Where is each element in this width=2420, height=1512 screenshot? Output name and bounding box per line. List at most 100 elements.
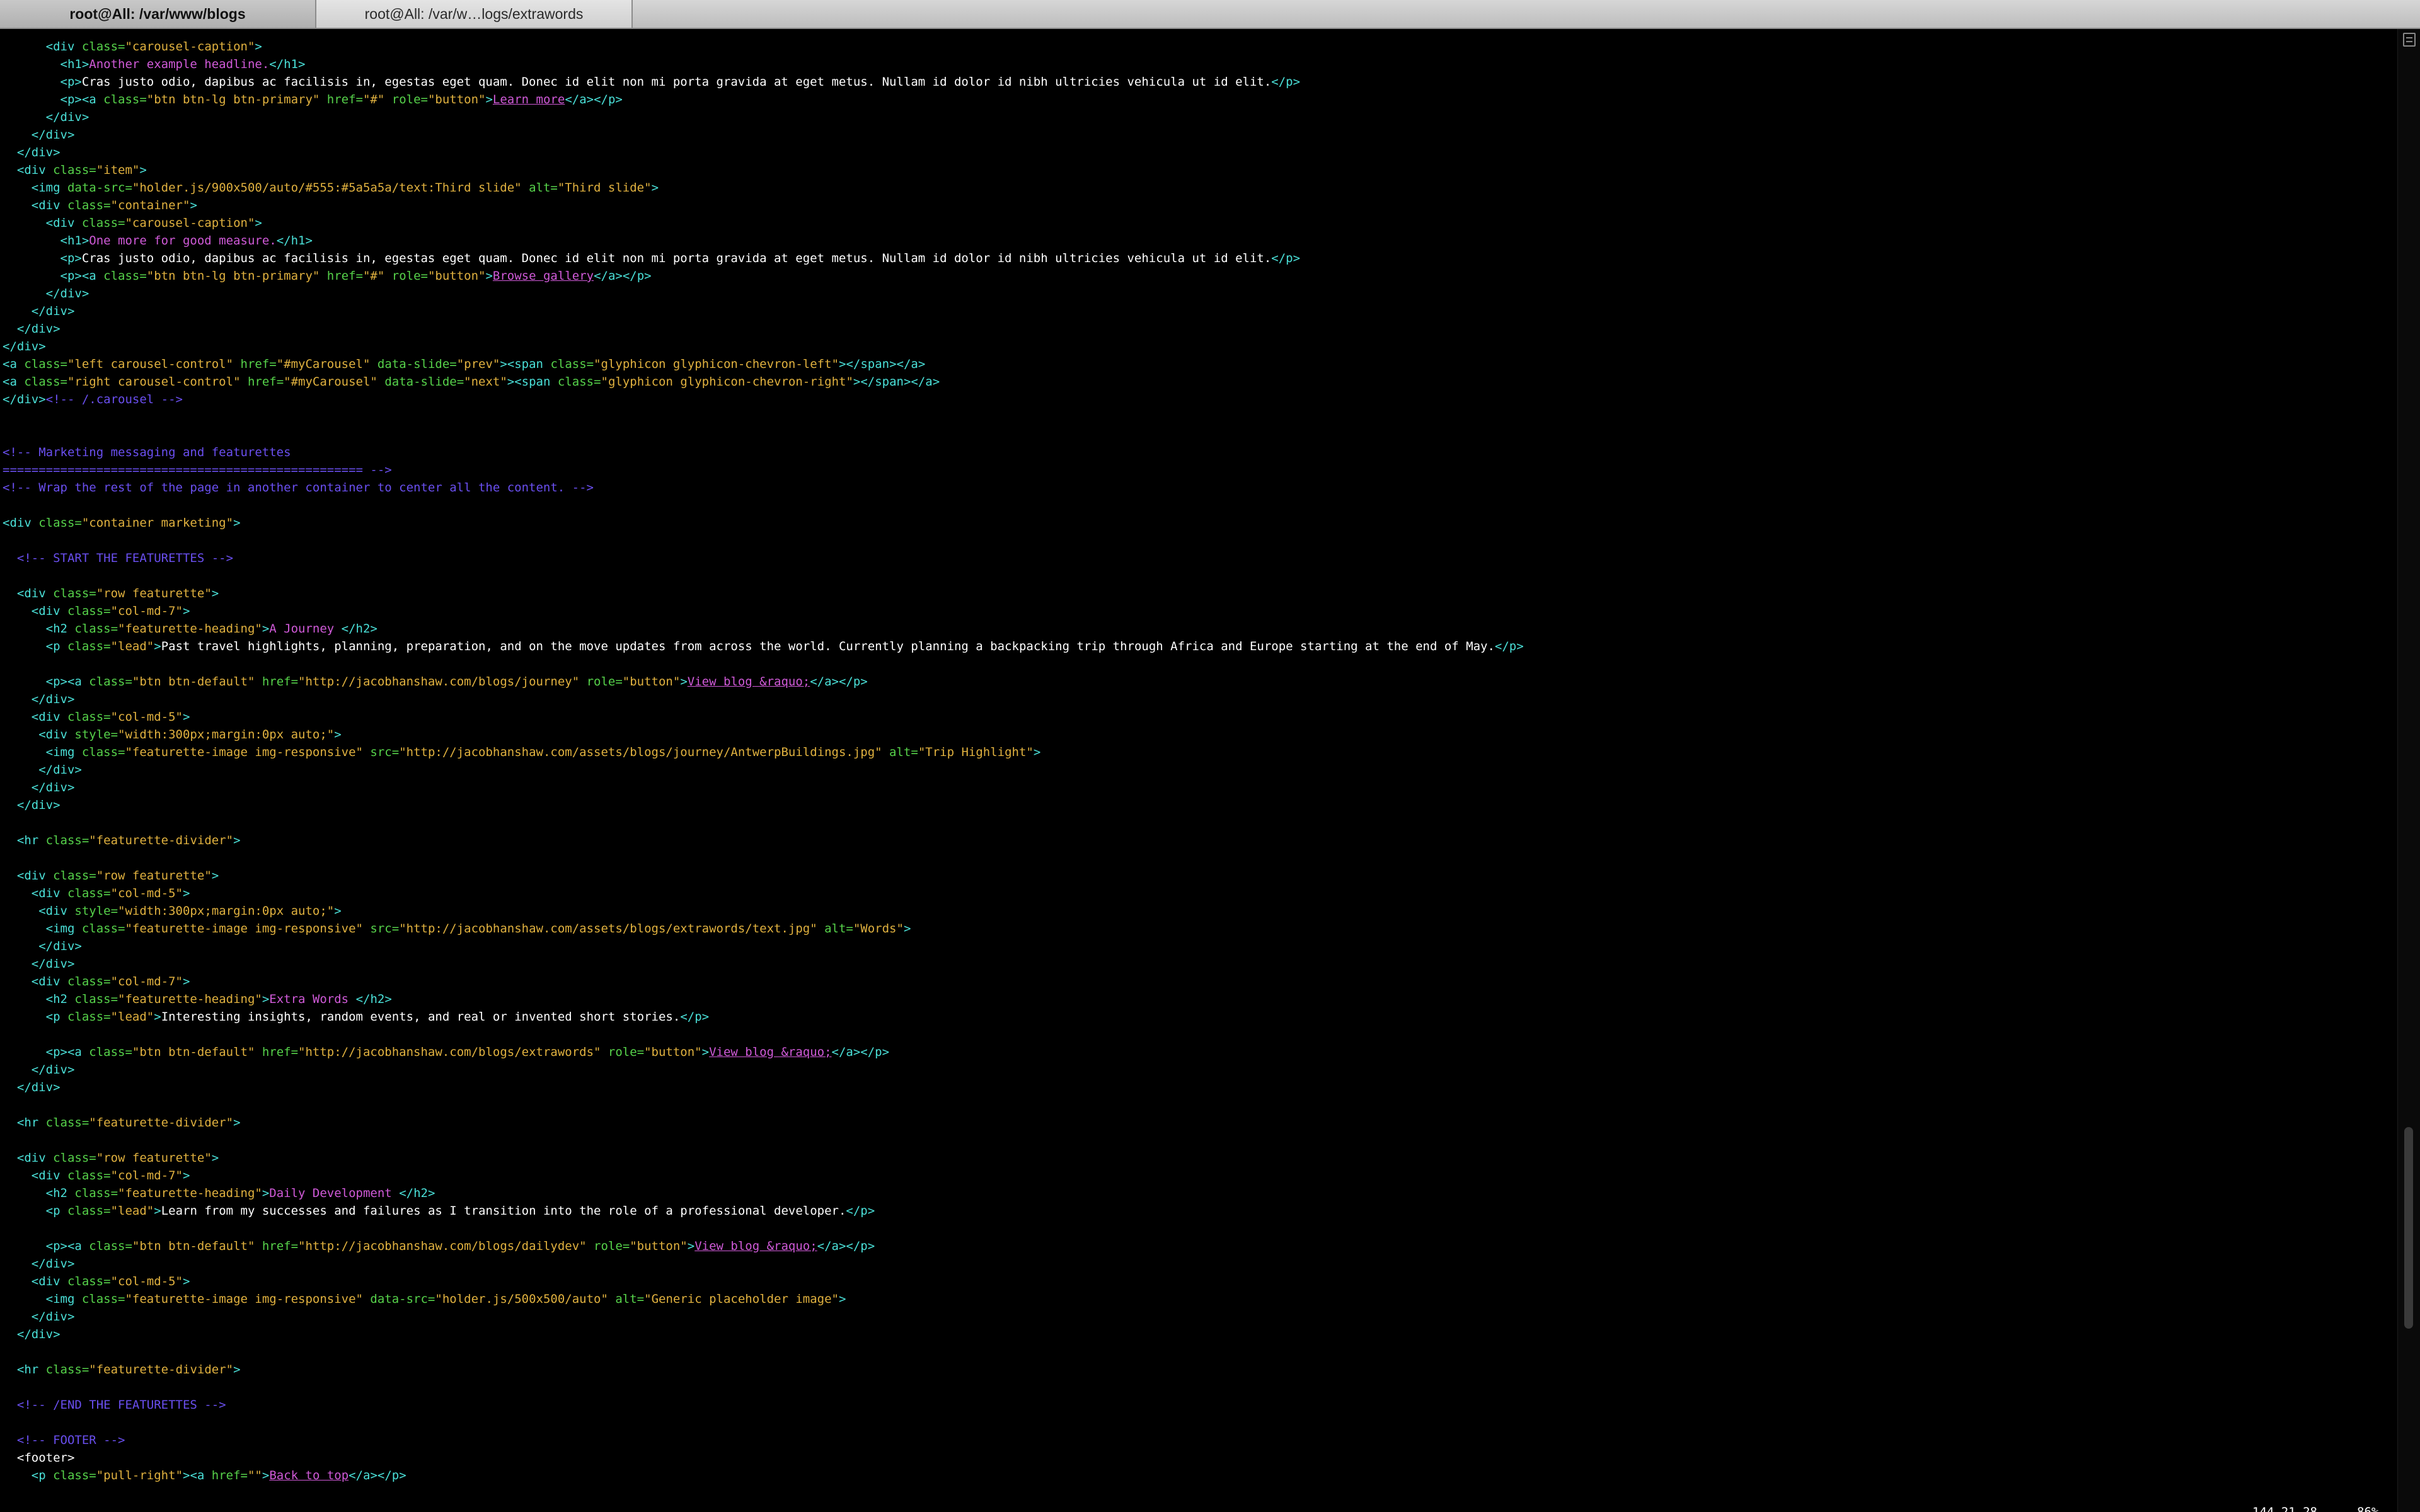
code-line[interactable]: <div class="row featurette"> — [0, 585, 1524, 602]
code-line[interactable]: </div> — [0, 1079, 1524, 1096]
code-line[interactable]: </div> — [0, 1255, 1524, 1273]
code-line[interactable]: <div class="container"> — [0, 197, 1524, 214]
code-token: class= — [81, 922, 125, 936]
code-line[interactable]: </div><!-- /.carousel --> — [0, 391, 1524, 408]
code-line[interactable] — [0, 849, 1524, 867]
code-line[interactable] — [0, 655, 1524, 673]
code-line[interactable]: <hr class="featurette-divider"> — [0, 1361, 1524, 1378]
code-line[interactable]: <!-- FOOTER --> — [0, 1431, 1524, 1449]
terminal-editor[interactable]: <div class="carousel-caption"> <h1>Anoth… — [0, 29, 2395, 1512]
code-line[interactable]: <p>Cras justo odio, dapibus ac facilisis… — [0, 249, 1524, 267]
scrollbar-thumb[interactable] — [2404, 1126, 2413, 1329]
code-line[interactable]: <img class="featurette-image img-respons… — [0, 743, 1524, 761]
code-token: </h1> — [269, 57, 306, 71]
code-line[interactable] — [0, 496, 1524, 514]
scrollbar-menu-icon[interactable] — [2403, 33, 2416, 47]
code-line[interactable] — [0, 1096, 1524, 1114]
code-line[interactable]: <!-- START THE FEATURETTES --> — [0, 549, 1524, 567]
code-line[interactable]: <div style="width:300px;margin:0px auto;… — [0, 726, 1524, 743]
code-line[interactable]: <!-- Wrap the rest of the page in anothe… — [0, 479, 1524, 496]
code-line[interactable]: </div> — [0, 285, 1524, 302]
code-line[interactable]: </div> — [0, 1061, 1524, 1079]
code-line[interactable]: <p class="lead">Past travel highlights, … — [0, 638, 1524, 655]
code-line[interactable]: <!-- Marketing messaging and featurettes — [0, 444, 1524, 461]
code-token: "#" — [362, 93, 385, 106]
code-line[interactable]: <div style="width:300px;margin:0px auto;… — [0, 902, 1524, 920]
code-line[interactable]: </div> — [0, 1308, 1524, 1326]
code-line[interactable] — [0, 1220, 1524, 1237]
code-line[interactable]: <h1>Another example headline.</h1> — [0, 55, 1524, 73]
code-line[interactable]: <img class="featurette-image img-respons… — [0, 1290, 1524, 1308]
code-line[interactable]: <p class="lead">Interesting insights, ra… — [0, 1008, 1524, 1026]
code-line[interactable]: </div> — [0, 108, 1524, 126]
scrollbar[interactable] — [2397, 29, 2420, 1512]
code-line[interactable]: <div class="col-md-7"> — [0, 602, 1524, 620]
code-line[interactable] — [0, 814, 1524, 832]
code-line[interactable] — [0, 532, 1524, 549]
code-line[interactable]: <h1>One more for good measure.</h1> — [0, 232, 1524, 249]
code-line[interactable]: </div> — [0, 937, 1524, 955]
code-line[interactable]: <div class="row featurette"> — [0, 1149, 1524, 1167]
code-line[interactable]: <img data-src="holder.js/900x500/auto/#5… — [0, 179, 1524, 197]
code-line[interactable]: <p><a class="btn btn-default" href="http… — [0, 1237, 1524, 1255]
code-token: class= — [89, 675, 132, 689]
code-line[interactable]: <footer> — [0, 1449, 1524, 1467]
code-line[interactable]: <p><a class="btn btn-default" href="http… — [0, 1043, 1524, 1061]
code-line[interactable] — [0, 1131, 1524, 1149]
code-line[interactable]: <div class="col-md-7"> — [0, 973, 1524, 990]
code-line[interactable]: </div> — [0, 761, 1524, 779]
code-line[interactable]: <h2 class="featurette-heading">A Journey… — [0, 620, 1524, 638]
code-line[interactable]: <p>Cras justo odio, dapibus ac facilisis… — [0, 73, 1524, 91]
code-buffer[interactable]: <div class="carousel-caption"> <h1>Anoth… — [0, 38, 1524, 1484]
code-line[interactable] — [0, 1343, 1524, 1361]
tab-blogs[interactable]: root@All: /var/www/blogs — [0, 0, 316, 28]
code-line[interactable]: <!-- /END THE FEATURETTES --> — [0, 1396, 1524, 1414]
code-line[interactable] — [0, 426, 1524, 444]
code-line[interactable]: </div> — [0, 126, 1524, 144]
code-line[interactable] — [0, 1378, 1524, 1396]
code-line[interactable]: <div class="carousel-caption"> — [0, 214, 1524, 232]
code-line[interactable]: <div class="col-md-5"> — [0, 708, 1524, 726]
tab-extrawords[interactable]: root@All: /var/w…logs/extrawords — [316, 0, 633, 28]
code-line[interactable]: <hr class="featurette-divider"> — [0, 1114, 1524, 1131]
code-line[interactable]: <hr class="featurette-divider"> — [0, 832, 1524, 849]
code-line[interactable]: <h2 class="featurette-heading">Extra Wor… — [0, 990, 1524, 1008]
code-token: > — [211, 587, 219, 600]
code-line[interactable]: <div class="col-md-7"> — [0, 1167, 1524, 1184]
code-line[interactable]: <p><a class="btn btn-lg btn-primary" hre… — [0, 267, 1524, 285]
code-line[interactable]: <div class="carousel-caption"> — [0, 38, 1524, 55]
code-line[interactable]: <img class="featurette-image img-respons… — [0, 920, 1524, 937]
code-line[interactable]: </div> — [0, 779, 1524, 796]
code-line[interactable]: <p><a class="btn btn-default" href="http… — [0, 673, 1524, 690]
code-line[interactable]: <a class="left carousel-control" href="#… — [0, 355, 1524, 373]
code-line[interactable]: <p><a class="btn btn-lg btn-primary" hre… — [0, 91, 1524, 108]
code-line[interactable]: <div class="container marketing"> — [0, 514, 1524, 532]
code-line[interactable]: </div> — [0, 955, 1524, 973]
code-line[interactable]: <div class="item"> — [0, 161, 1524, 179]
code-line[interactable]: ========================================… — [0, 461, 1524, 479]
code-line[interactable]: </div> — [0, 796, 1524, 814]
code-line[interactable]: <div class="col-md-5"> — [0, 1273, 1524, 1290]
code-line[interactable]: </div> — [0, 320, 1524, 338]
code-token: </div> — [38, 939, 82, 953]
code-line[interactable]: </div> — [0, 690, 1524, 708]
code-line[interactable]: <p class="lead">Learn from my successes … — [0, 1202, 1524, 1220]
code-line[interactable]: <h2 class="featurette-heading">Daily Dev… — [0, 1184, 1524, 1202]
code-line[interactable]: </div> — [0, 338, 1524, 355]
code-line[interactable] — [0, 1026, 1524, 1043]
code-line[interactable] — [0, 408, 1524, 426]
code-line[interactable]: <div class="col-md-5"> — [0, 885, 1524, 902]
code-line[interactable]: <p class="pull-right"><a href="">Back to… — [0, 1467, 1524, 1484]
code-token: "http://jacobhanshaw.com/assets/blogs/ex… — [399, 922, 817, 936]
code-line[interactable] — [0, 567, 1524, 585]
code-line[interactable]: </div> — [0, 1326, 1524, 1343]
code-line[interactable]: <div class="row featurette"> — [0, 867, 1524, 885]
code-line[interactable]: </div> — [0, 302, 1524, 320]
code-token: <hr — [16, 833, 46, 847]
code-line[interactable]: <a class="right carousel-control" href="… — [0, 373, 1524, 391]
code-line[interactable]: </div> — [0, 144, 1524, 161]
code-line[interactable] — [0, 1414, 1524, 1431]
